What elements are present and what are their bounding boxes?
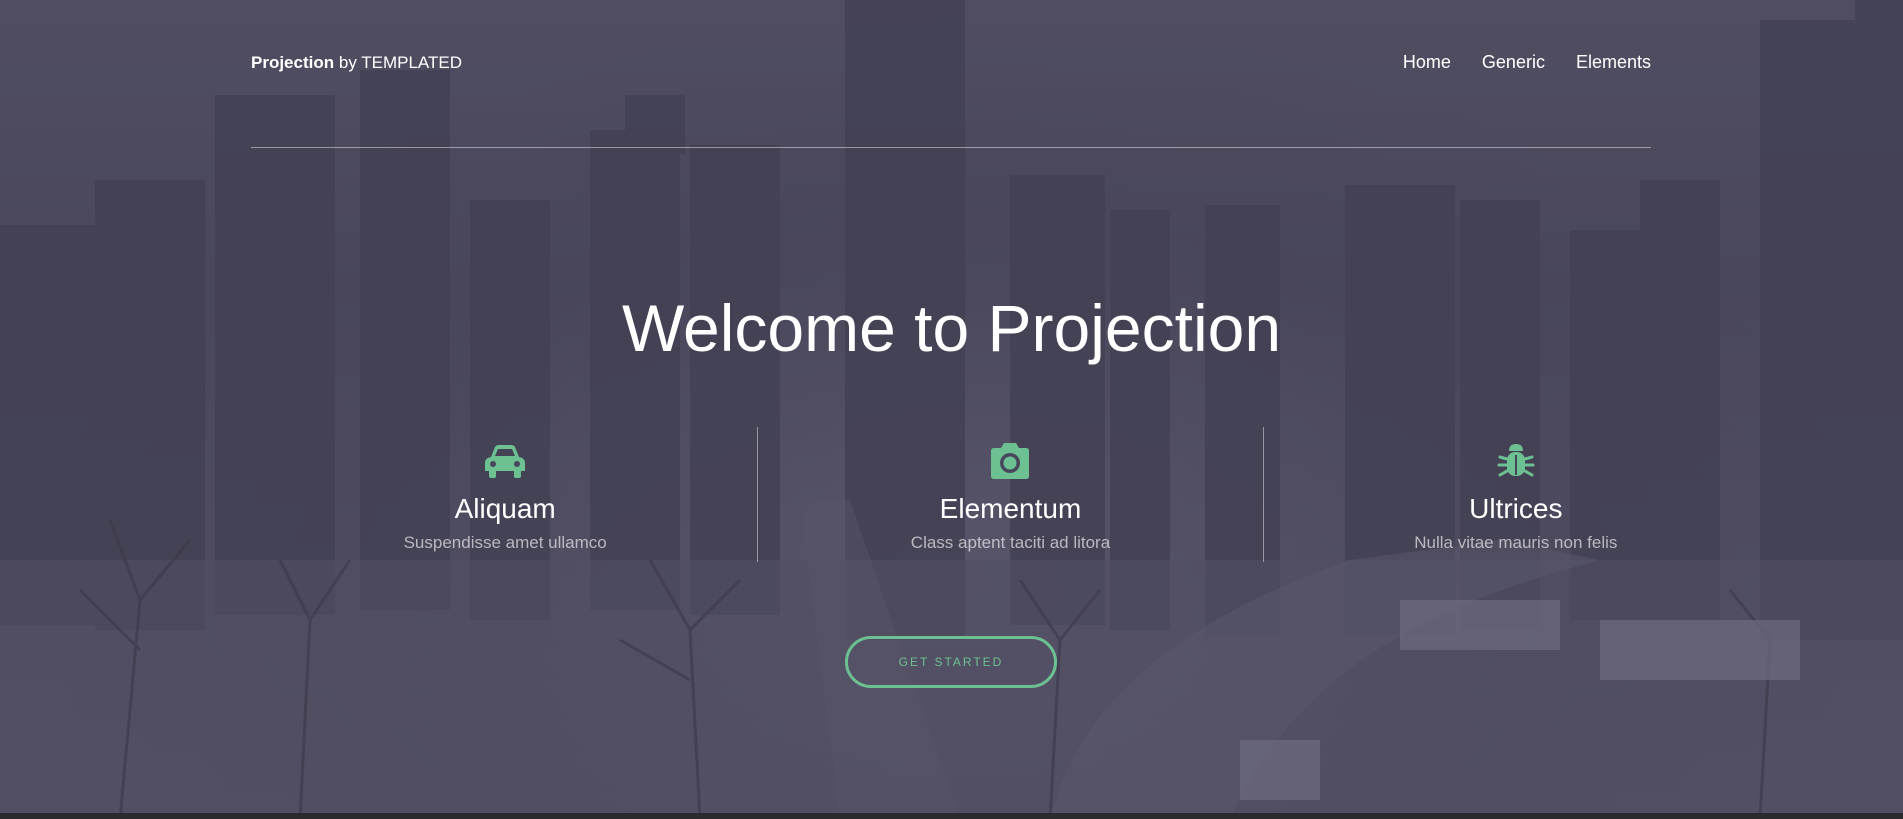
- feature-ultrices: Ultrices Nulla vitae mauris non felis: [1262, 427, 1768, 562]
- feature-title: Ultrices: [1469, 493, 1563, 524]
- nav-item-elements: Elements: [1576, 52, 1651, 73]
- site-header: Projection by TEMPLATED Home Generic Ele…: [251, 0, 1651, 148]
- feature-description: Nulla vitae mauris non felis: [1414, 533, 1618, 552]
- feature-description: Class aptent taciti ad litora: [910, 533, 1111, 552]
- feature-elementum: Elementum Class aptent taciti ad litora: [757, 427, 1262, 562]
- logo-name: Projection: [251, 53, 335, 72]
- feature-title: Elementum: [939, 493, 1082, 524]
- nav-link-generic[interactable]: Generic: [1482, 52, 1545, 72]
- logo-by: by TEMPLATED: [338, 53, 462, 72]
- site-logo[interactable]: Projection by TEMPLATED: [251, 53, 462, 73]
- page: Projection by TEMPLATED Home Generic Ele…: [0, 0, 1903, 819]
- main-nav: Home Generic Elements: [1403, 52, 1651, 73]
- get-started-button[interactable]: Get Started: [845, 636, 1057, 688]
- car-icon: [485, 445, 526, 478]
- features-row: Aliquam Suspendisse amet ullamco Element…: [253, 427, 1768, 562]
- nav-link-home[interactable]: Home: [1403, 52, 1451, 72]
- feature-title: Aliquam: [454, 493, 556, 524]
- feature-description: Suspendisse amet ullamco: [403, 533, 607, 552]
- bug-icon: [1497, 444, 1535, 477]
- camera-icon: [991, 443, 1030, 479]
- nav-link-elements[interactable]: Elements: [1576, 52, 1651, 72]
- nav-item-home: Home: [1403, 52, 1451, 73]
- bottom-divider: [0, 813, 1903, 819]
- feature-aliquam: Aliquam Suspendisse amet ullamco: [253, 427, 757, 562]
- nav-item-generic: Generic: [1482, 52, 1545, 73]
- hero-title: Welcome to Projection: [621, 291, 1282, 365]
